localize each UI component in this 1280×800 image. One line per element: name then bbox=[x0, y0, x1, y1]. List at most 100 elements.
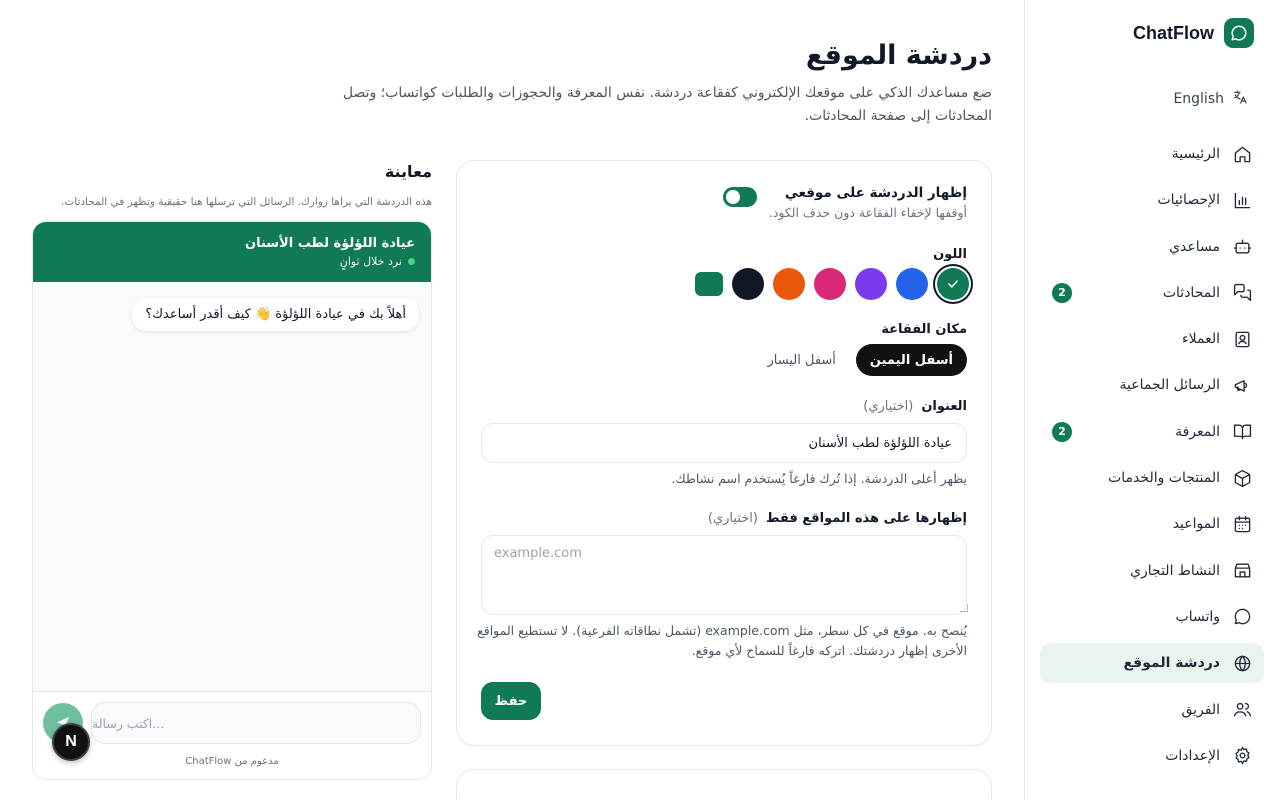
domains-label-text: إظهارها على هذه المواقع فقط bbox=[765, 511, 967, 526]
users-icon bbox=[1232, 700, 1252, 720]
sidebar-item-whatsapp[interactable]: واتساب bbox=[1040, 597, 1264, 637]
domains-placeholder: example.com bbox=[494, 546, 582, 561]
book-icon bbox=[1232, 422, 1252, 442]
color-swatch-blue[interactable] bbox=[896, 268, 928, 300]
sidebar-item-analytics[interactable]: الإحصائيات bbox=[1040, 180, 1264, 220]
sidebar-item-conversations[interactable]: المحادثات 2 bbox=[1040, 273, 1264, 313]
enable-chat-toggle[interactable] bbox=[722, 187, 757, 207]
language-label: English bbox=[1173, 91, 1224, 107]
widget-status: نرد خلال ثوانٍ bbox=[49, 255, 415, 268]
widget-title: عيادة اللؤلؤة لطب الأسنان bbox=[244, 236, 415, 251]
sidebar-item-home[interactable]: الرئيسية bbox=[1040, 134, 1264, 174]
sidebar-item-appointments[interactable]: المواعيد bbox=[1040, 504, 1264, 544]
toggle-knob bbox=[725, 190, 740, 204]
page-description: ضع مساعدك الذكي على موقعك الإلكتروني كفق… bbox=[342, 85, 992, 124]
sidebar-item-label: المحادثات bbox=[1162, 284, 1220, 301]
chat-bubble-icon bbox=[1224, 18, 1254, 48]
sidebar-item-label: الفريق bbox=[1181, 701, 1220, 718]
optional-tag: (اختياري) bbox=[863, 399, 914, 414]
domains-label: إظهارها على هذه المواقع فقط (اختياري) bbox=[708, 511, 967, 526]
toggle-subtitle: أوقفها لإخفاء الفقاعة دون حذف الكود. bbox=[768, 205, 967, 220]
sidebar-item-label: النشاط التجاري bbox=[1130, 562, 1220, 579]
gear-icon bbox=[1232, 746, 1252, 766]
calendar-icon bbox=[1232, 514, 1252, 534]
position-label: مكان الفقاعة bbox=[881, 322, 967, 337]
sidebar-item-broadcasts[interactable]: الرسائل الجماعية bbox=[1040, 365, 1264, 405]
sidebar-item-label: العملاء bbox=[1182, 331, 1220, 348]
floating-avatar-badge[interactable]: N bbox=[52, 723, 90, 761]
contact-card-icon bbox=[1232, 329, 1252, 349]
resize-grip-icon[interactable] bbox=[960, 604, 968, 612]
brand-name: ChatFlow bbox=[1133, 22, 1214, 43]
sidebar-item-website-chat[interactable]: دردشة الموقع bbox=[1040, 643, 1264, 684]
page-title: دردشة الموقع bbox=[805, 40, 992, 71]
megaphone-icon bbox=[1232, 375, 1252, 395]
color-swatch-orange[interactable] bbox=[773, 268, 805, 300]
sidebar-item-label: مساعدي bbox=[1169, 238, 1220, 255]
optional-tag: (اختياري) bbox=[707, 511, 758, 526]
custom-color-picker[interactable] bbox=[695, 272, 723, 296]
save-button[interactable]: حفظ bbox=[481, 682, 541, 720]
sidebar-item-label: المنتجات والخدمات bbox=[1108, 470, 1220, 487]
position-bottom-left[interactable]: أسفل اليسار bbox=[754, 344, 850, 376]
domains-help: يُنصح به. موقع في كل سطر، مثل example.co… bbox=[477, 623, 967, 658]
check-icon bbox=[948, 280, 958, 288]
sidebar-item-label: الرسائل الجماعية bbox=[1119, 377, 1220, 394]
chat-widget-preview: عيادة اللؤلؤة لطب الأسنان نرد خلال ثوانٍ… bbox=[32, 221, 432, 780]
message-input[interactable]: ...اكتب رسالة bbox=[91, 702, 421, 744]
bot-icon bbox=[1232, 237, 1252, 257]
sidebar-item-label: الإعدادات bbox=[1165, 747, 1220, 764]
online-dot bbox=[408, 258, 415, 265]
sidebar-item-label: دردشة الموقع bbox=[1123, 655, 1220, 672]
title-help: يظهر أعلى الدردشة. إذا تُرك فارغاً يُستخ… bbox=[671, 471, 967, 486]
brand[interactable]: ChatFlow bbox=[1133, 18, 1254, 48]
domains-textarea[interactable]: example.com bbox=[481, 535, 968, 615]
globe-icon bbox=[1232, 653, 1252, 673]
title-input[interactable]: عيادة اللؤلؤة لطب الأسنان bbox=[481, 423, 967, 463]
toggle-title: إظهار الدردشة على موقعي bbox=[784, 185, 967, 201]
sidebar-item-business[interactable]: النشاط التجاري bbox=[1040, 551, 1264, 591]
color-swatch-purple[interactable] bbox=[855, 268, 887, 300]
widget-footer: ...اكتب رسالة مدعوم من ChatFlow bbox=[33, 691, 431, 779]
unread-badge: 2 bbox=[1052, 282, 1072, 303]
sidebar: ChatFlow English الرئيسية الإحصائيات مسا… bbox=[1024, 0, 1280, 800]
sidebar-item-label: المواعيد bbox=[1172, 516, 1220, 533]
messages-icon bbox=[1232, 283, 1252, 303]
language-switcher[interactable]: English bbox=[1173, 89, 1248, 109]
widget-settings-card: إظهار الدردشة على موقعي أوقفها لإخفاء ال… bbox=[456, 160, 992, 746]
powered-by: مدعوم من ChatFlow bbox=[185, 756, 279, 767]
store-icon bbox=[1232, 561, 1252, 581]
sidebar-item-label: الرئيسية bbox=[1171, 146, 1220, 162]
title-label-text: العنوان bbox=[921, 399, 967, 414]
preview-title: معاينة bbox=[384, 162, 432, 181]
sidebar-item-customers[interactable]: العملاء bbox=[1040, 319, 1264, 359]
bubble-position-selector: أسفل اليمين أسفل اليسار bbox=[754, 344, 967, 376]
color-swatch-black[interactable] bbox=[732, 268, 764, 300]
title-label: العنوان (اختياري) bbox=[863, 399, 967, 414]
color-swatches bbox=[695, 268, 969, 300]
widget-header: عيادة اللؤلؤة لطب الأسنان نرد خلال ثوانٍ bbox=[33, 222, 431, 282]
greeting-message: أهلاً بك في عيادة اللؤلؤة 👋 كيف أقدر أسا… bbox=[132, 298, 419, 331]
enable-chat-row: إظهار الدردشة على موقعي أوقفها لإخفاء ال… bbox=[722, 185, 967, 220]
translate-icon bbox=[1232, 89, 1248, 109]
sidebar-item-label: واتساب bbox=[1175, 608, 1220, 625]
color-swatch-green[interactable] bbox=[937, 268, 969, 300]
position-bottom-right[interactable]: أسفل اليمين bbox=[855, 344, 967, 376]
sidebar-item-label: المعرفة bbox=[1175, 423, 1220, 440]
sidebar-item-team[interactable]: الفريق bbox=[1040, 690, 1264, 730]
sidebar-nav: الرئيسية الإحصائيات مساعدي المحادثات 2 ا… bbox=[1040, 134, 1264, 782]
sidebar-item-label: الإحصائيات bbox=[1157, 192, 1220, 209]
whatsapp-icon bbox=[1232, 607, 1252, 627]
sidebar-item-assistant[interactable]: مساعدي bbox=[1040, 227, 1264, 267]
unread-badge: 2 bbox=[1052, 421, 1072, 442]
sidebar-item-products[interactable]: المنتجات والخدمات bbox=[1040, 458, 1264, 498]
preview-subtitle: هذه الدردشة التي يراها زوارك. الرسائل ال… bbox=[61, 196, 432, 208]
embed-code-card bbox=[456, 769, 992, 800]
home-icon bbox=[1232, 144, 1252, 164]
color-swatch-pink[interactable] bbox=[814, 268, 846, 300]
color-label: اللون bbox=[933, 247, 967, 262]
bar-chart-icon bbox=[1232, 190, 1252, 210]
sidebar-item-settings[interactable]: الإعدادات bbox=[1040, 736, 1264, 776]
sidebar-item-knowledge[interactable]: المعرفة 2 bbox=[1040, 412, 1264, 452]
package-icon bbox=[1232, 468, 1252, 488]
